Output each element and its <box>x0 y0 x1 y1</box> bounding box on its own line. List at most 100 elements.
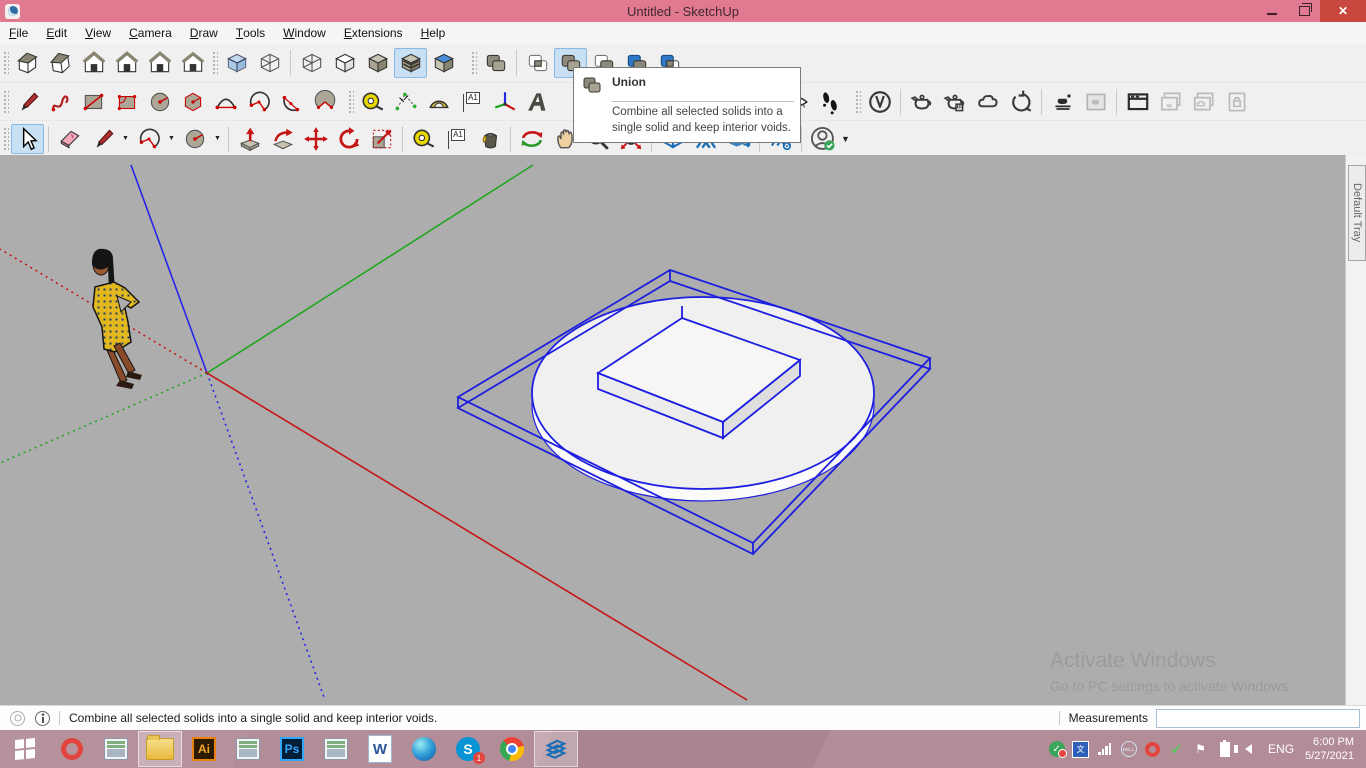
follow-me-button[interactable] <box>266 124 299 154</box>
orbit-tool-button[interactable] <box>515 124 548 154</box>
rotate-tool-button[interactable] <box>332 124 365 154</box>
start-button[interactable] <box>0 730 50 768</box>
taskbar-photoshop[interactable]: Ps <box>270 731 314 767</box>
menu-draw[interactable]: Draw <box>181 22 227 44</box>
network-signal-icon[interactable] <box>1096 741 1113 758</box>
wireframe-style-button[interactable] <box>295 48 328 78</box>
measurements-input[interactable] <box>1156 708 1360 728</box>
shaded-style-button[interactable] <box>361 48 394 78</box>
vray-cloud-render-button[interactable] <box>971 87 1004 117</box>
3d-text-button[interactable] <box>521 87 554 117</box>
tape-measure-button[interactable] <box>356 87 389 117</box>
dell-support-icon[interactable]: DELL <box>1120 741 1137 758</box>
rotated-rectangle-tool-button[interactable] <box>110 87 143 117</box>
info-icon[interactable] <box>35 710 50 726</box>
taskbar-sketchup[interactable] <box>534 731 578 767</box>
volume-icon[interactable] <box>1234 741 1257 758</box>
vray-interactive-render-button[interactable] <box>938 87 971 117</box>
taskbar-skype[interactable]: S 1 <box>446 731 490 767</box>
taskbar-app-window-3[interactable] <box>314 731 358 767</box>
three-point-arc-tool-button[interactable] <box>275 87 308 117</box>
menu-help[interactable]: Help <box>412 22 455 44</box>
account-dropdown[interactable]: ▼ <box>839 124 852 154</box>
toolbar-drag-handle[interactable] <box>347 89 354 115</box>
vray-viewport-render-button[interactable] <box>1079 87 1112 117</box>
text-tool-button[interactable]: A1 <box>440 124 473 154</box>
scale-figure[interactable] <box>92 248 142 389</box>
line-tool-button[interactable] <box>86 124 119 154</box>
top-view-button[interactable] <box>44 48 77 78</box>
line-tool-dropdown[interactable]: ▼ <box>119 124 132 154</box>
vray-render-button[interactable] <box>905 87 938 117</box>
menu-camera[interactable]: Camera <box>120 22 181 44</box>
line-tool-button[interactable] <box>11 87 44 117</box>
back-view-button[interactable] <box>176 48 209 78</box>
taskbar-app-window-1[interactable] <box>94 731 138 767</box>
arc-tool-button[interactable] <box>132 124 165 154</box>
circle-tool-button[interactable] <box>178 124 211 154</box>
arc-tool-dropdown[interactable]: ▼ <box>165 124 178 154</box>
push-pull-button[interactable] <box>233 124 266 154</box>
back-edges-style-button[interactable] <box>253 48 286 78</box>
vray-asset-editor-button[interactable] <box>863 87 896 117</box>
arc-tool-button[interactable] <box>209 87 242 117</box>
toolbar-drag-handle[interactable] <box>470 50 477 76</box>
toolbar-drag-handle[interactable] <box>211 50 218 76</box>
eraser-tool-button[interactable] <box>53 124 86 154</box>
walk-button[interactable] <box>813 87 846 117</box>
front-view-button[interactable] <box>77 48 110 78</box>
paint-bucket-button[interactable] <box>473 124 506 154</box>
toolbar-drag-handle[interactable] <box>854 89 861 115</box>
toolbar-drag-handle[interactable] <box>2 50 9 76</box>
battery-icon[interactable] <box>1216 739 1233 758</box>
two-point-arc-tool-button[interactable] <box>242 87 275 117</box>
dimensions-button[interactable] <box>389 87 422 117</box>
antivirus-check-icon[interactable]: ✔ <box>1168 741 1185 758</box>
menu-view[interactable]: View <box>76 22 120 44</box>
intersect-button[interactable] <box>521 48 554 78</box>
vray-batch-render-button[interactable] <box>1154 87 1187 117</box>
move-tool-button[interactable] <box>299 124 332 154</box>
taskbar-edge[interactable] <box>402 731 446 767</box>
menu-tools[interactable]: Tools <box>227 22 274 44</box>
taskbar-file-explorer[interactable] <box>138 731 182 767</box>
recording-indicator-icon[interactable]: ✓ <box>1048 741 1067 758</box>
taskbar-illustrator[interactable]: Ai <box>182 731 226 767</box>
freehand-tool-button[interactable] <box>44 87 77 117</box>
vray-cloud-buffer-button[interactable] <box>1187 87 1220 117</box>
clock[interactable]: 6:00 PM 5/27/2021 <box>1305 735 1358 763</box>
viewport[interactable]: Activate Windows Go to PC settings to ac… <box>0 155 1345 705</box>
language-indicator[interactable]: ENG <box>1264 742 1298 756</box>
text-tool-button[interactable]: A1 <box>455 87 488 117</box>
minimize-button[interactable] <box>1256 0 1288 22</box>
viewport-canvas[interactable] <box>0 155 1345 705</box>
taskbar-app-window-2[interactable] <box>226 731 270 767</box>
geolocation-icon[interactable] <box>10 710 25 726</box>
model-solid-group[interactable] <box>456 269 932 556</box>
left-view-button[interactable] <box>143 48 176 78</box>
polygon-tool-button[interactable] <box>176 87 209 117</box>
ime-icon[interactable]: 文 <box>1072 740 1090 758</box>
default-tray-tab[interactable]: Default Tray <box>1348 165 1366 261</box>
opera-tray-icon[interactable] <box>1144 741 1161 758</box>
iso-view-button[interactable] <box>11 48 44 78</box>
menu-window[interactable]: Window <box>274 22 335 44</box>
monochrome-style-button[interactable] <box>427 48 460 78</box>
taskbar-opera[interactable] <box>50 731 94 767</box>
select-tool-button[interactable] <box>11 123 44 154</box>
toolbar-drag-handle[interactable] <box>2 125 9 152</box>
outer-shell-button[interactable] <box>479 48 512 78</box>
menu-file[interactable]: File <box>0 22 37 44</box>
pie-tool-button[interactable] <box>308 87 341 117</box>
rectangle-tool-button[interactable] <box>77 87 110 117</box>
axes-tool-button[interactable] <box>488 87 521 117</box>
protractor-button[interactable] <box>422 87 455 117</box>
restore-button[interactable] <box>1288 0 1320 22</box>
toolbar-drag-handle[interactable] <box>2 89 9 115</box>
taskbar-chrome[interactable] <box>490 731 534 767</box>
vray-render-last-button[interactable] <box>1046 87 1079 117</box>
menu-edit[interactable]: Edit <box>37 22 76 44</box>
circle-tool-button[interactable] <box>143 87 176 117</box>
flag-icon[interactable]: ⚑ <box>1192 741 1209 758</box>
right-view-button[interactable] <box>110 48 143 78</box>
